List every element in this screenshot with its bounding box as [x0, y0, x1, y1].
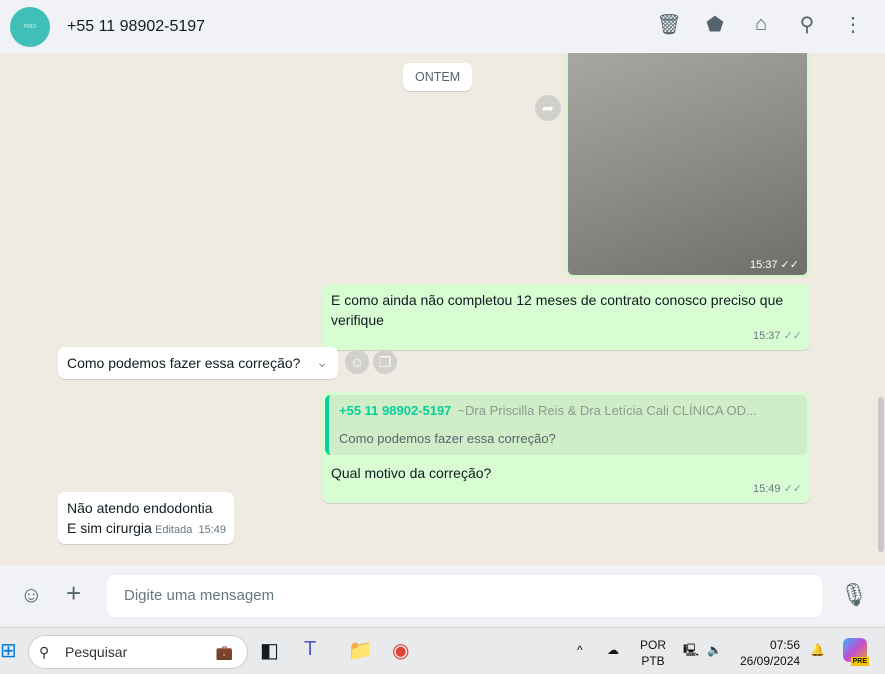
- avatar[interactable]: PRDI: [10, 6, 50, 47]
- windows-taskbar: ⊞ ⚲ Pesquisar 💼 ◧ T 📁 ◉ ^ ☁ POR PTB 🖳 🔈 07:…: [0, 627, 885, 674]
- message-time: Editada 15:49: [155, 524, 226, 536]
- cloud-off-icon[interactable]: ☁: [607, 642, 619, 658]
- volume-icon[interactable]: 🔈: [707, 642, 722, 658]
- outgoing-message: E como ainda não completou 12 meses de c…: [322, 284, 810, 350]
- outgoing-message: +55 11 98902-5197 ~Dra Priscilla Reis & D…: [322, 392, 810, 503]
- chrome-icon[interactable]: ◉: [392, 638, 409, 663]
- network-icon[interactable]: 🖳: [683, 642, 699, 658]
- menu-icon[interactable]: ⋮: [841, 12, 865, 36]
- clock[interactable]: 07:56 26/09/2024: [740, 637, 800, 669]
- emoji-icon[interactable]: ☺: [20, 582, 42, 608]
- quote-author: +55 11 98902-5197: [339, 403, 452, 418]
- taskbar-search[interactable]: ⚲ Pesquisar 💼: [28, 635, 248, 669]
- quote-text: Como podemos fazer essa correção?: [339, 431, 556, 446]
- label-icon[interactable]: ⬟: [703, 12, 727, 36]
- message-time: 15:37 ✓✓: [749, 259, 799, 271]
- chevron-down-icon[interactable]: ⌄: [316, 352, 328, 372]
- teams-icon[interactable]: T: [304, 638, 316, 661]
- message-list: 15:37 ✓✓ ➦ ONTEM E como ainda não comple…: [0, 53, 876, 565]
- chevron-up-icon[interactable]: ^: [577, 642, 583, 658]
- composer: ☺ + Digite uma mensagem 🎙: [0, 565, 885, 627]
- contact-name[interactable]: +55 11 98902-5197: [67, 18, 205, 36]
- message-text: Não atendo endodontia: [67, 500, 213, 516]
- language-indicator[interactable]: POR PTB: [640, 637, 666, 669]
- message-time: 15:49 ✓✓: [752, 483, 802, 495]
- delete-icon[interactable]: 🗑: [656, 12, 681, 36]
- incoming-message: Como podemos fazer essa correção? ⌄: [58, 347, 338, 379]
- windows-start-icon[interactable]: ⊞: [0, 638, 17, 663]
- store-icon[interactable]: ⌂: [749, 12, 773, 36]
- search-icon: ⚲: [39, 644, 50, 660]
- message-text: E como ainda não completou 12 meses de c…: [331, 292, 784, 328]
- scrollbar-thumb[interactable]: [878, 397, 884, 552]
- date-divider: ONTEM: [403, 63, 473, 91]
- search-label: Pesquisar: [65, 644, 128, 660]
- quoted-message[interactable]: +55 11 98902-5197 ~Dra Priscilla Reis & D…: [325, 395, 807, 455]
- message-time: 15:37 ✓✓: [752, 330, 802, 342]
- chat-header: PRDI +55 11 98902-5197 🗑 ⬟ ⌂ ⚲ ⋮: [0, 0, 885, 53]
- copy-icon[interactable]: ❐: [373, 350, 397, 374]
- copilot-icon[interactable]: PRE: [843, 638, 869, 666]
- microphone-icon[interactable]: 🎙: [840, 582, 868, 608]
- briefcase-icon: 💼: [215, 644, 233, 660]
- search-icon[interactable]: ⚲: [795, 12, 819, 36]
- image-message[interactable]: 15:37 ✓✓: [565, 53, 810, 278]
- forward-icon[interactable]: ➦: [535, 95, 561, 121]
- document-photo[interactable]: 15:37 ✓✓: [568, 53, 807, 275]
- incoming-message: Não atendo endodontia E sim cirurgia Edi…: [58, 492, 234, 544]
- notification-bell-icon[interactable]: 🔔: [810, 642, 825, 658]
- message-text: Qual motivo da correção?: [331, 465, 492, 481]
- task-view-icon[interactable]: ◧: [260, 638, 279, 663]
- quote-subtitle: ~Dra Priscilla Reis & Dra Letícia Cali C…: [457, 403, 757, 418]
- message-input[interactable]: Digite uma mensagem: [107, 575, 822, 617]
- attach-plus-icon[interactable]: +: [66, 578, 81, 609]
- file-explorer-icon[interactable]: 📁: [348, 638, 373, 663]
- message-text: Como podemos fazer essa correção?: [67, 355, 301, 371]
- emoji-react-icon[interactable]: ☺: [345, 350, 369, 374]
